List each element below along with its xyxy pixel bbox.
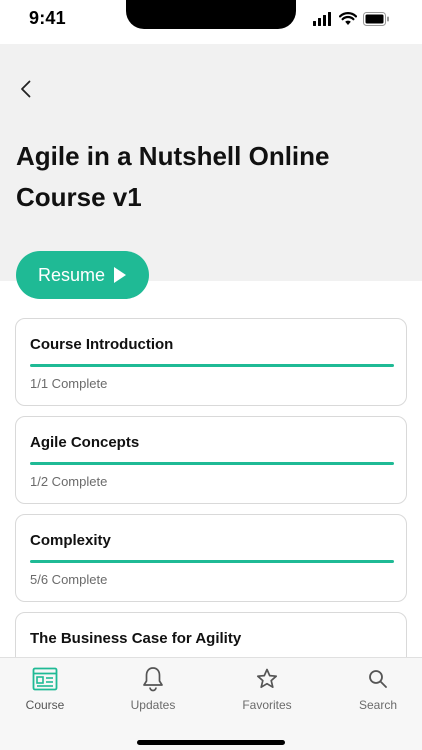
- module-name: Agile Concepts: [30, 434, 140, 451]
- tab-label: Updates: [130, 698, 176, 712]
- module-progress-bar: [30, 364, 394, 367]
- status-icons: [313, 12, 390, 31]
- wifi-icon: [338, 12, 358, 31]
- tab-updates[interactable]: Updates: [108, 666, 198, 712]
- course-header: Agile in a Nutshell Online Course v1: [0, 44, 422, 281]
- bell-icon: [140, 666, 166, 692]
- tab-label: Course: [25, 698, 65, 712]
- battery-icon: [363, 12, 390, 31]
- status-bar: 9:41: [0, 0, 422, 44]
- play-icon: [113, 266, 127, 284]
- resume-button[interactable]: Resume: [16, 251, 149, 299]
- module-status: 5/6 Complete: [30, 572, 108, 587]
- module-card[interactable]: Agile Concepts 1/2 Complete: [15, 416, 407, 504]
- module-progress-bar: [30, 560, 394, 563]
- home-indicator: [137, 740, 285, 745]
- tab-search[interactable]: Search: [333, 666, 422, 712]
- status-time: 9:41: [29, 8, 66, 28]
- tab-label: Search: [358, 698, 398, 712]
- module-list: Course Introduction 1/1 Complete Agile C…: [15, 318, 407, 710]
- resume-label: Resume: [37, 264, 106, 285]
- module-name: Complexity: [30, 532, 111, 549]
- module-status: 1/1 Complete: [30, 376, 108, 391]
- module-progress-fill: [30, 560, 394, 563]
- tab-favorites[interactable]: Favorites: [222, 666, 312, 712]
- tab-bar: Course Updates Favorites Search: [0, 657, 422, 750]
- module-progress-bar: [30, 462, 394, 465]
- tab-label: Favorites: [242, 698, 292, 712]
- module-progress-fill: [30, 364, 394, 367]
- module-card[interactable]: Course Introduction 1/1 Complete: [15, 318, 407, 406]
- module-name: Course Introduction: [30, 336, 174, 353]
- search-icon: [365, 666, 391, 692]
- back-button[interactable]: [14, 79, 38, 103]
- tab-course[interactable]: Course: [0, 666, 90, 712]
- cellular-signal-icon: [313, 12, 333, 31]
- notch: [126, 0, 296, 29]
- page-title: Agile in a Nutshell Online Course v1: [16, 141, 330, 212]
- module-card[interactable]: Complexity 5/6 Complete: [15, 514, 407, 602]
- course-icon: [32, 666, 58, 692]
- module-progress-fill: [30, 462, 394, 465]
- module-status: 1/2 Complete: [30, 474, 108, 489]
- star-icon: [254, 666, 280, 692]
- chevron-left-icon: [20, 80, 32, 103]
- module-name: The Business Case for Agility: [30, 630, 242, 647]
